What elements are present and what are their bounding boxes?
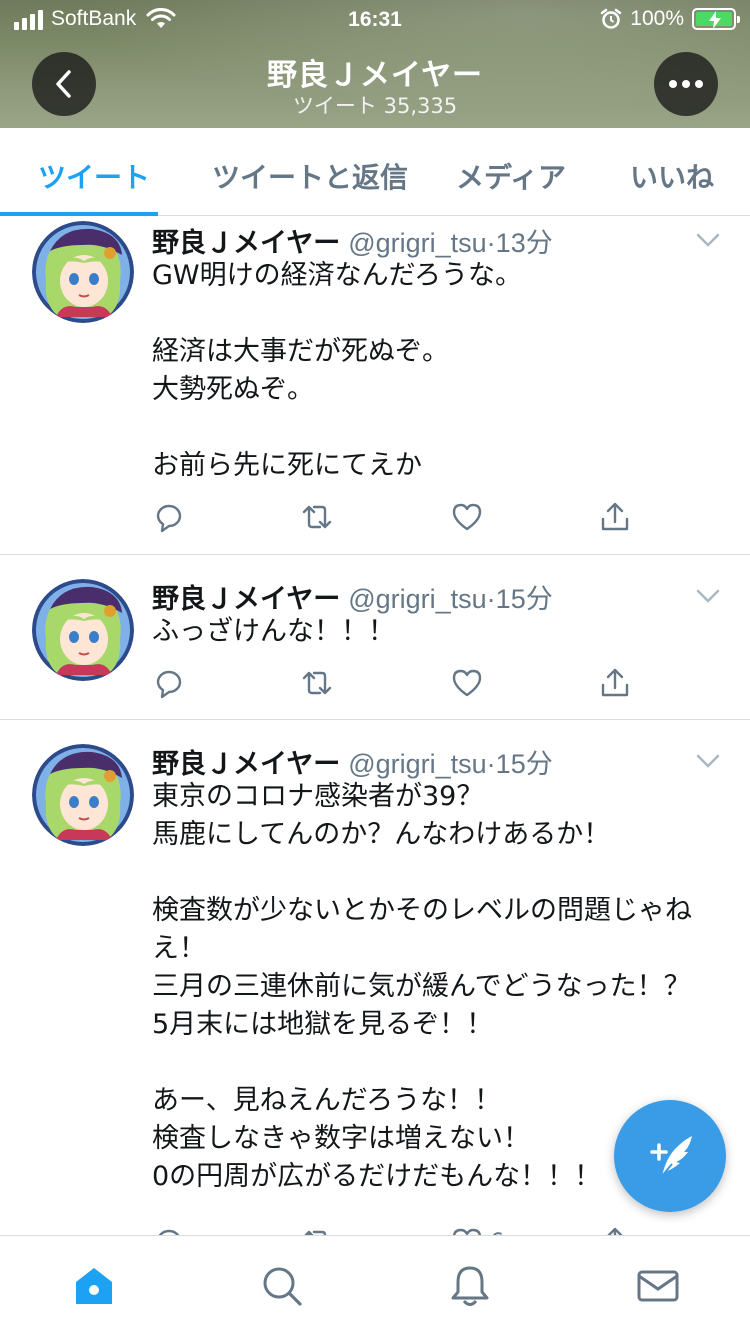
tweet-line [152,1044,722,1082]
tweet-actions: 6 [152,1222,632,1235]
avatar[interactable] [32,221,134,323]
bottom-navigation [0,1235,750,1334]
tweet-line: 大勢死ぬぞ。 [152,374,314,405]
display-name[interactable]: 野良Ｊメイヤー [152,749,340,780]
bell-icon[interactable] [448,1264,492,1308]
reply-button[interactable] [152,1222,186,1235]
tweet-header: 野良Ｊメイヤー @grigri_tsu·15分 [152,742,553,781]
more-dot [695,80,703,88]
retweet-button[interactable] [300,663,334,703]
reply-icon [158,1229,180,1235]
active-tab-indicator [0,212,158,216]
home-icon[interactable] [72,1264,116,1308]
tweet-count: ツイート 35,335 [292,94,458,118]
tweet-line: 5月末には地獄を見るぞ！！ [152,1009,494,1040]
compose-tweet-button[interactable] [614,1100,726,1212]
heart-icon [452,669,482,697]
tweet-line [152,295,722,333]
user-handle[interactable]: @grigri_tsu [348,749,486,779]
separator-dot: · [486,228,496,258]
tweet[interactable]: 野良Ｊメイヤー @grigri_tsu·15分 ふっざけんな！！！ [0,555,750,720]
user-handle[interactable]: @grigri_tsu [348,228,486,258]
like-button[interactable] [450,497,484,537]
chevron-down-icon[interactable] [696,754,720,768]
share-button[interactable] [598,497,632,537]
tweet-line: え！ [152,933,206,964]
battery-icon [692,8,740,30]
share-icon [607,1227,623,1235]
avatar[interactable] [32,744,134,846]
retweet-button[interactable] [300,1222,334,1235]
tweet-line: 三月の三連休前に気が緩んでどうなった！？ [152,971,691,1002]
tweet-line [152,409,722,447]
heart-icon [452,503,482,531]
retweet-icon [304,1230,327,1235]
tweet-text: GW明けの経済なんだろうな。 経済は大事だが死ぬぞ。 大勢死ぬぞ。 お前ら先に死… [152,257,722,485]
alarm-icon [601,8,622,29]
retweet-icon [302,671,332,695]
profile-header: SoftBank 16:31 100% 野良Ｊメイヤー ツイート 35,335 [0,0,750,128]
tweet-line: 検査数が少ないとかそのレベルの問題じゃね [152,895,692,926]
tab-media[interactable]: メディア [456,156,566,196]
tweet-line [152,854,722,892]
tweet-text: ふっざけんな！！！ [152,613,722,651]
share-button[interactable] [598,1222,632,1235]
tweet-time[interactable]: 15分 [496,584,553,614]
compose-tweet-icon [650,1136,692,1177]
tweet-actions [152,663,632,703]
battery-percent: 100% [630,7,684,30]
tweet-line: 馬鹿にしてんのか？んなわけあるか！ [152,819,611,850]
avatar[interactable] [32,579,134,681]
tweet-actions [152,497,632,537]
more-button[interactable] [654,52,718,116]
timeline[interactable]: 野良Ｊメイヤー @grigri_tsu·13分 GW明けの経済なんだろうな。 経済… [0,217,750,1235]
profile-name: 野良Ｊメイヤー [266,58,484,93]
heart-icon [452,1228,482,1235]
reply-button[interactable] [152,663,186,703]
tweet-header: 野良Ｊメイヤー @grigri_tsu·13分 [152,221,553,260]
tweet-line: 経済は大事だが死ぬぞ。 [152,336,449,367]
share-icon [601,668,629,697]
reply-icon [156,504,182,533]
retweet-button[interactable] [300,497,334,537]
reply-icon [156,670,182,699]
retweet-icon [302,505,332,529]
status-bar: SoftBank 16:31 100% [0,0,750,40]
tweet-line: GW明けの経済なんだろうな。 [152,260,522,291]
more-dot [682,80,690,88]
tweet[interactable]: 野良Ｊメイヤー @grigri_tsu·13分 GW明けの経済なんだろうな。 経済… [0,217,750,555]
display-name[interactable]: 野良Ｊメイヤー [152,584,340,615]
like-button[interactable]: 6 [450,1222,504,1235]
like-button[interactable] [450,663,484,703]
share-button[interactable] [598,663,632,703]
user-handle[interactable]: @grigri_tsu [348,584,486,614]
tweet-line: ふっざけんな！！！ [152,616,395,647]
separator-dot: · [486,749,496,779]
tab-tweets[interactable]: ツイート [38,156,150,196]
tweet-time[interactable]: 15分 [496,749,553,779]
tweet-header: 野良Ｊメイヤー @grigri_tsu·15分 [152,577,553,616]
chevron-down-icon[interactable] [696,233,720,247]
tweet-line: 東京のコロナ感染者が39？ [152,781,484,812]
search-icon[interactable] [260,1264,304,1308]
reply-button[interactable] [152,497,186,537]
chevron-down-icon[interactable] [696,589,720,603]
tweet-time[interactable]: 13分 [496,228,553,258]
tab-likes[interactable]: いいね [630,156,714,196]
tweet-line: お前ら先に死にてえか [152,450,422,481]
tab-tweets-and-replies[interactable]: ツイートと返信 [212,156,408,196]
profile-tabs: ツイート ツイートと返信 メディア いいね [0,128,750,216]
display-name[interactable]: 野良Ｊメイヤー [152,228,340,259]
separator-dot: · [486,584,496,614]
share-icon [601,502,629,531]
mail-icon[interactable] [636,1264,680,1308]
more-dots-icon [669,80,677,88]
